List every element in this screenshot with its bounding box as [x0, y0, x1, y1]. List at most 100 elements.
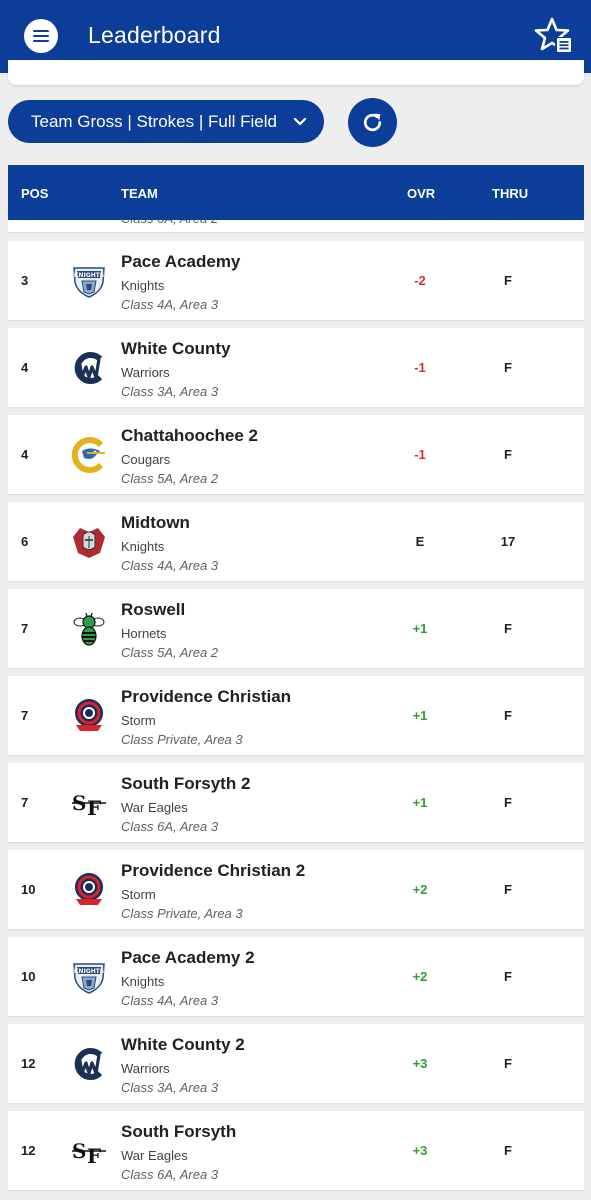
position: 7 [21, 621, 29, 636]
sf-monogram-logo-icon: SF [70, 784, 108, 822]
holes-thru: F [504, 795, 512, 810]
holes-thru: F [504, 708, 512, 723]
table-row[interactable]: 10 Providence Christian 2 Storm Class Priva… [8, 850, 584, 929]
header-thru: THRU [492, 186, 529, 201]
table-row[interactable]: 4 Chattahoochee 2 Cougars Class 5A, Area 2 -… [8, 415, 584, 494]
table-row[interactable]: 6 Midtown Knights Class 4A, Area 3 E 17 [8, 502, 584, 581]
leaderboard-filter-select[interactable]: Team Gross | Strokes | Full Field [8, 100, 324, 143]
team-class: Class Private, Area 3 [121, 732, 243, 747]
header-pos: POS [21, 186, 49, 201]
score-over-par: +1 [412, 621, 428, 636]
score-over-par: +3 [412, 1143, 428, 1158]
star-list-icon [534, 17, 572, 53]
score-over-par: +1 [412, 708, 428, 723]
knights-shield-logo-icon: KNIGHTS [70, 262, 108, 300]
wc-monogram-logo-icon [70, 349, 108, 387]
position: 4 [21, 360, 29, 375]
score-over-par: E [415, 534, 425, 549]
holes-thru: F [504, 882, 512, 897]
svg-text:KNIGHTS: KNIGHTS [74, 968, 104, 975]
cougar-c-logo-icon [70, 436, 108, 474]
team-class: Class 4A, Area 3 [121, 297, 219, 312]
table-row[interactable]: 12 S F South Forsyth War Eagles Class 6A, Are… [8, 1111, 584, 1190]
knights-shield-logo-icon: KNIGHTS [70, 958, 108, 996]
wc-monogram-logo-icon [70, 1045, 108, 1083]
score-over-par: +2 [412, 969, 428, 984]
holes-thru: F [504, 360, 512, 375]
score-over-par: -1 [414, 360, 426, 375]
position: 12 [21, 1056, 36, 1071]
team-mascot: Knights [121, 278, 165, 293]
event-card [8, 60, 584, 85]
position: 7 [21, 795, 29, 810]
holes-thru: F [504, 969, 512, 984]
holes-thru: F [504, 273, 512, 288]
team-name: White County 2 [121, 1035, 245, 1054]
table-row[interactable]: 10 KNIGHTS Pace Academy 2 Knights Class 4A, … [8, 937, 584, 1016]
svg-text:F: F [87, 1144, 101, 1168]
team-class: Class 5A, Area 2 [121, 471, 219, 486]
team-class: Class 3A, Area 3 [121, 1080, 219, 1095]
team-mascot: Knights [121, 539, 165, 554]
storm-logo-icon [70, 871, 108, 909]
team-mascot: Warriors [121, 1061, 170, 1076]
leaderboard-table[interactable]: POS TEAM OVR THRU Class 6A, Area 2 3KNIG… [0, 165, 591, 1200]
hornet-logo-icon [70, 610, 108, 648]
table-row[interactable]: 4 White County Warriors Class 3A, Area 3 -1 F [8, 328, 584, 407]
table-row[interactable]: 7 Roswell Hornets Class 5A, Area 2 +1 F [8, 589, 584, 668]
team-name: Roswell [121, 600, 186, 619]
position: 3 [21, 273, 29, 288]
refresh-button[interactable] [348, 98, 397, 147]
team-class: Class Private, Area 3 [121, 906, 243, 921]
page-title: Leaderboard [88, 22, 221, 48]
team-name: Pace Academy 2 [121, 948, 255, 967]
holes-thru: F [504, 621, 512, 636]
table-row[interactable]: 12 White County 2 Warriors Class 3A, Area 3… [8, 1024, 584, 1103]
team-mascot: Warriors [121, 365, 170, 380]
team-class: Class 4A, Area 3 [121, 993, 219, 1008]
score-over-par: +2 [412, 882, 428, 897]
team-mascot: Cougars [121, 452, 171, 467]
holes-thru: 17 [500, 534, 516, 549]
refresh-icon [363, 113, 382, 132]
score-over-par: -2 [414, 273, 426, 288]
team-name: Midtown [121, 513, 190, 532]
team-mascot: Storm [121, 713, 156, 728]
position: 10 [21, 882, 36, 897]
team-class: Class 6A, Area 3 [121, 1167, 219, 1182]
table-row[interactable]: 7 Providence Christian Storm Class Private,… [8, 676, 584, 755]
holes-thru: F [504, 447, 512, 462]
team-mascot: Hornets [121, 626, 167, 641]
team-name: South Forsyth [121, 1122, 237, 1141]
team-class: Class 4A, Area 3 [121, 558, 219, 573]
team-name: Pace Academy [121, 252, 241, 271]
position: 6 [21, 534, 29, 549]
table-row[interactable]: 7 S F South Forsyth 2 War Eagles Class 6A, Ar… [8, 763, 584, 842]
chevron-down-icon [293, 117, 307, 126]
filter-label: Team Gross | Strokes | Full Field [31, 112, 277, 131]
table-row[interactable]: 3 KNIGHTS Pace Academy Knights Class 4A, Are… [8, 241, 584, 320]
storm-logo-icon [70, 697, 108, 735]
team-class: Class 5A, Area 2 [121, 645, 219, 660]
favorites-button[interactable] [534, 16, 574, 56]
menu-icon [33, 30, 49, 42]
team-name: Providence Christian 2 [121, 861, 306, 880]
team-name: Chattahoochee 2 [121, 426, 258, 445]
svg-text:KNIGHTS: KNIGHTS [74, 272, 104, 279]
holes-thru: F [504, 1143, 512, 1158]
svg-text:F: F [87, 796, 101, 820]
team-name: White County [121, 339, 231, 358]
team-name: Providence Christian [121, 687, 292, 706]
position: 4 [21, 447, 29, 462]
team-class: Class 6A, Area 3 [121, 819, 219, 834]
table-header: POS TEAM OVR THRU [8, 165, 584, 220]
position: 7 [21, 708, 29, 723]
position: 12 [21, 1143, 36, 1158]
position: 10 [21, 969, 36, 984]
score-over-par: +3 [412, 1056, 428, 1071]
team-mascot: Storm [121, 887, 156, 902]
menu-button[interactable] [24, 19, 58, 53]
team-mascot: War Eagles [121, 800, 188, 815]
score-over-par: -1 [414, 447, 426, 462]
team-name: South Forsyth 2 [121, 774, 251, 793]
